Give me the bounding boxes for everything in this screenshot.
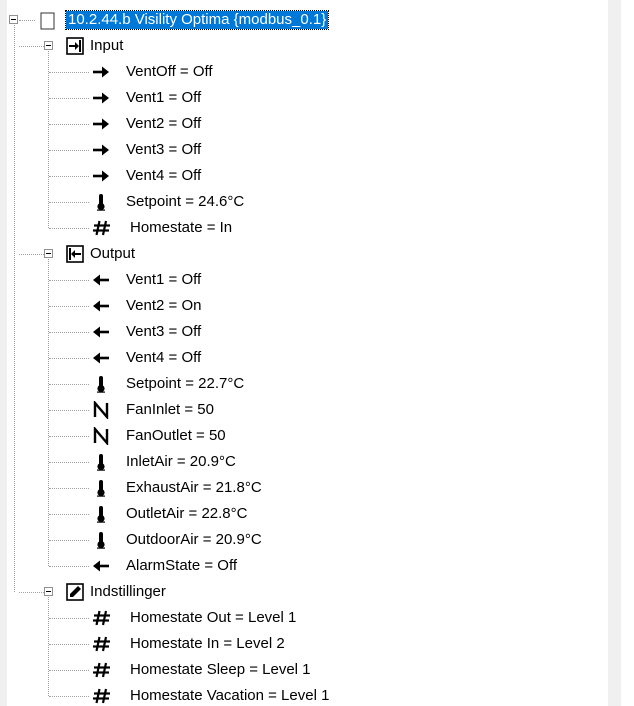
tree-item[interactable]: OutletAir = 22.8°C xyxy=(0,501,621,527)
tree-item[interactable]: AlarmState = Off xyxy=(0,553,621,579)
tree-item-label: OutletAir = 22.8°C xyxy=(126,505,248,522)
tree-item-label: Vent4 = Off xyxy=(126,167,202,184)
arrow-right-icon xyxy=(92,89,110,107)
tree-item[interactable]: Vent3 = Off xyxy=(0,137,621,163)
tree-item-label: Homestate Vacation = Level 1 xyxy=(130,687,330,704)
tree-item-label: FanOutlet = 50 xyxy=(126,427,226,444)
thermometer-icon xyxy=(92,479,110,497)
tree-item[interactable]: Setpoint = 22.7°C xyxy=(0,371,621,397)
tree-item[interactable]: InletAir = 20.9°C xyxy=(0,449,621,475)
tree-item[interactable]: Vent4 = Off xyxy=(0,345,621,371)
tree-item-label: Vent2 = On xyxy=(126,297,202,314)
input-arrow-icon xyxy=(66,37,84,55)
n-icon xyxy=(92,399,110,421)
tree-connector xyxy=(19,20,35,21)
tree-item-label: Vent3 = Off xyxy=(126,323,202,340)
hash-icon xyxy=(92,661,110,679)
tree-item-label: Homestate = In xyxy=(130,219,233,236)
arrow-left-icon xyxy=(92,349,110,367)
arrow-left-icon xyxy=(92,557,110,575)
device-icon xyxy=(38,12,56,30)
tree-item[interactable]: Homestate Vacation = Level 1 xyxy=(0,683,621,706)
tree-item-label: ExhaustAir = 21.8°C xyxy=(126,479,262,496)
tree-item[interactable]: Vent2 = Off xyxy=(0,111,621,137)
tree-item-label: Vent3 = Off xyxy=(126,141,202,158)
tree-item-label: Vent1 = Off xyxy=(126,271,202,288)
tree-item-label: VentOff = Off xyxy=(126,63,213,80)
tree-item-label: AlarmState = Off xyxy=(126,557,238,574)
tree-item[interactable]: Vent3 = Off xyxy=(0,319,621,345)
tree-group-label: Input xyxy=(90,37,124,54)
tree-item[interactable]: FanInlet = 50 xyxy=(0,397,621,423)
collapse-toggle-icon[interactable] xyxy=(44,41,53,50)
arrow-left-icon xyxy=(92,271,110,289)
arrow-right-icon xyxy=(92,167,110,185)
tree-item[interactable]: ExhaustAir = 21.8°C xyxy=(0,475,621,501)
thermometer-icon xyxy=(92,453,110,471)
tree-group-label: Indstillinger xyxy=(90,583,166,600)
tree-item[interactable]: Homestate = In xyxy=(0,215,621,241)
hash-icon xyxy=(92,687,110,705)
arrow-left-icon xyxy=(92,323,110,341)
tree-item[interactable]: Homestate Sleep = Level 1 xyxy=(0,657,621,683)
arrow-right-icon xyxy=(92,115,110,133)
tree-item-label: Vent4 = Off xyxy=(126,349,202,366)
arrow-right-icon xyxy=(92,63,110,81)
thermometer-icon xyxy=(92,505,110,523)
tree-item[interactable]: Vent2 = On xyxy=(0,293,621,319)
tree-item[interactable]: OutdoorAir = 20.9°C xyxy=(0,527,621,553)
collapse-toggle-icon[interactable] xyxy=(9,15,18,24)
tree-item[interactable]: VentOff = Off xyxy=(0,59,621,85)
hash-icon xyxy=(92,609,110,627)
tree-item[interactable]: Homestate In = Level 2 xyxy=(0,631,621,657)
tree-item-label: Homestate Out = Level 1 xyxy=(130,609,297,626)
device-tree-view[interactable]: 10.2.44.b Visility Optima {modbus_0.1} I… xyxy=(0,0,621,706)
tree-item-label: Vent2 = Off xyxy=(126,115,202,132)
tree-root-node[interactable]: 10.2.44.b Visility Optima {modbus_0.1} xyxy=(0,7,621,33)
tree-item-label: Vent1 = Off xyxy=(126,89,202,106)
tree-item-label: FanInlet = 50 xyxy=(126,401,214,418)
tree-item-label: Setpoint = 24.6°C xyxy=(126,193,245,210)
tree-group-2[interactable]: Indstillinger xyxy=(0,579,621,605)
collapse-toggle-icon[interactable] xyxy=(44,249,53,258)
tree-item[interactable]: Vent1 = Off xyxy=(0,85,621,111)
tree-item-label: Homestate In = Level 2 xyxy=(130,635,285,652)
tree-item-label: Homestate Sleep = Level 1 xyxy=(130,661,311,678)
tree-root-label: 10.2.44.b Visility Optima {modbus_0.1} xyxy=(64,10,330,30)
tree-group-1[interactable]: Output xyxy=(0,241,621,267)
thermometer-icon xyxy=(92,375,110,393)
tree-item[interactable]: FanOutlet = 50 xyxy=(0,423,621,449)
tree-item-label: OutdoorAir = 20.9°C xyxy=(126,531,262,548)
tree-item[interactable]: Vent4 = Off xyxy=(0,163,621,189)
collapse-toggle-icon[interactable] xyxy=(44,587,53,596)
arrow-left-icon xyxy=(92,297,110,315)
hash-icon xyxy=(92,635,110,653)
tree-item-label: Setpoint = 22.7°C xyxy=(126,375,245,392)
arrow-right-icon xyxy=(92,141,110,159)
tree-item[interactable]: Vent1 = Off xyxy=(0,267,621,293)
tree-item[interactable]: Setpoint = 24.6°C xyxy=(0,189,621,215)
settings-pencil-icon xyxy=(66,583,84,601)
tree-group-0[interactable]: Input xyxy=(0,33,621,59)
tree-item-label: InletAir = 20.9°C xyxy=(126,453,236,470)
tree-item[interactable]: Homestate Out = Level 1 xyxy=(0,605,621,631)
thermometer-icon xyxy=(92,531,110,549)
tree-group-label: Output xyxy=(90,245,136,262)
hash-icon xyxy=(92,219,110,237)
thermometer-icon xyxy=(92,193,110,211)
output-arrow-icon xyxy=(66,245,84,263)
n-icon xyxy=(92,425,110,447)
